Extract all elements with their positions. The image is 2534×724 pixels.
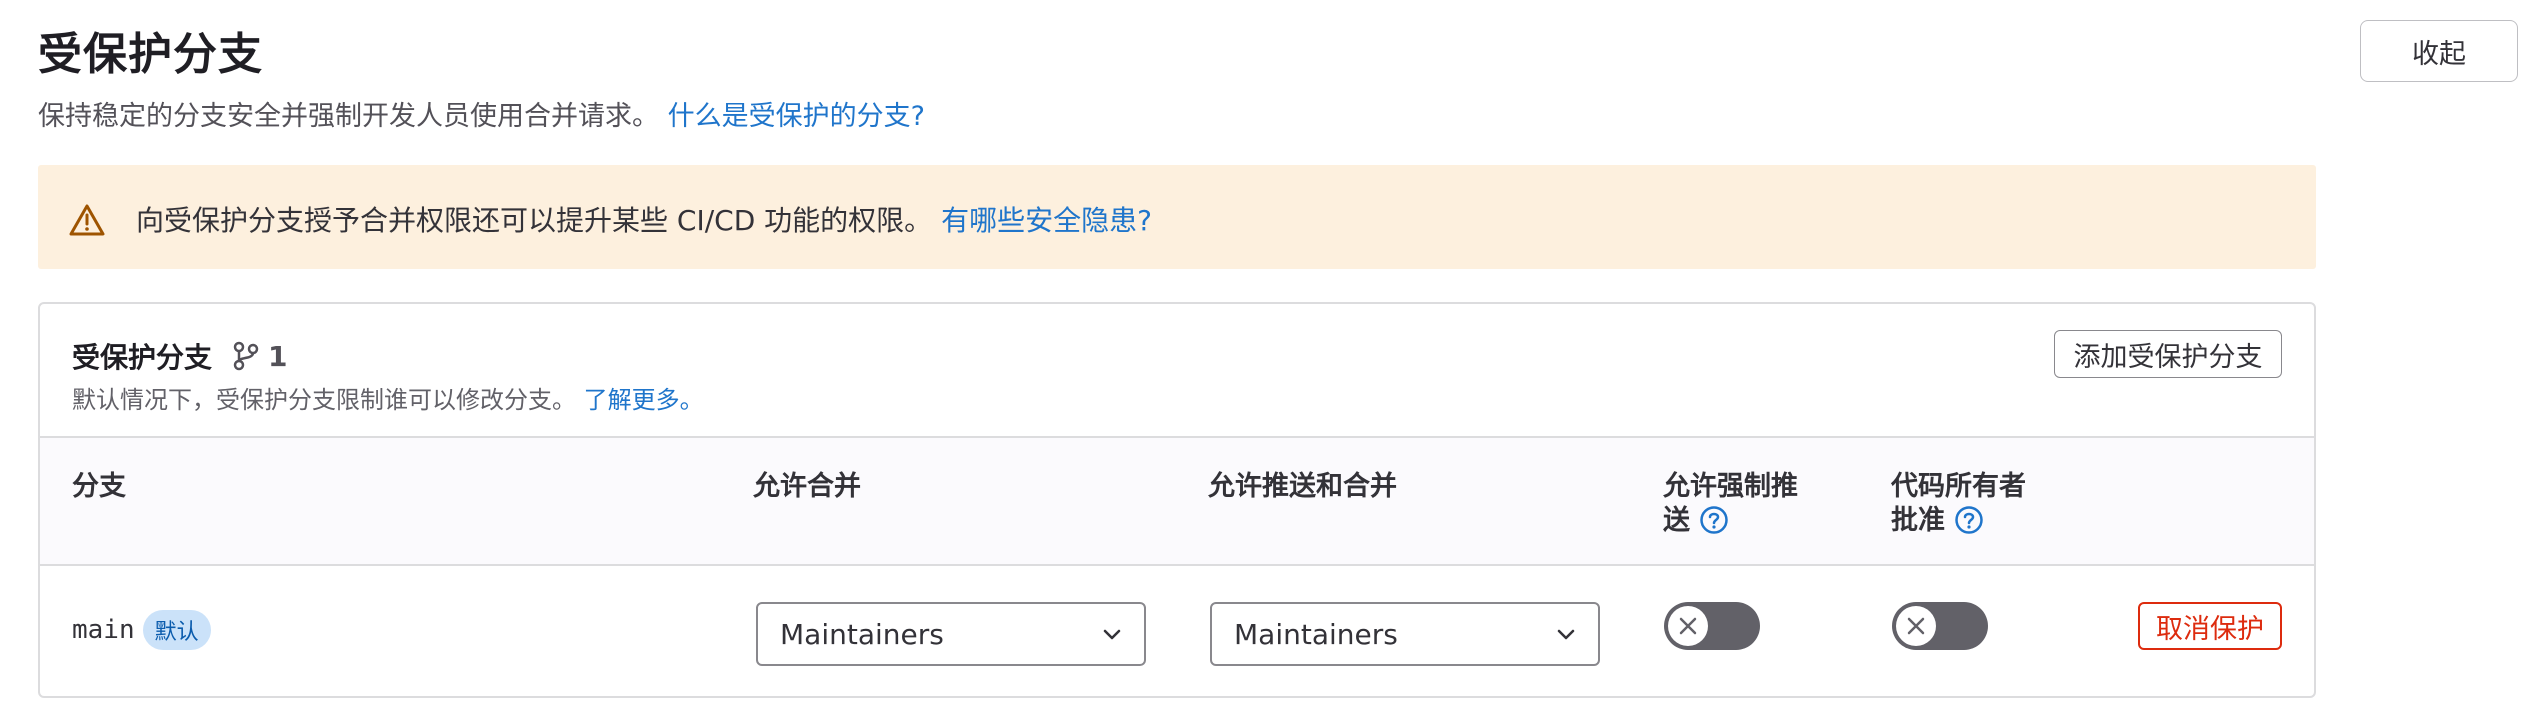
force-push-toggle[interactable] <box>1664 602 1760 650</box>
help-icon[interactable] <box>1954 505 1984 535</box>
security-risks-link[interactable]: 有哪些安全隐患? <box>941 204 1152 237</box>
column-force-push-line1: 允许强制推 <box>1663 471 1798 502</box>
code-owner-approval-toggle[interactable] <box>1892 602 1988 650</box>
table-row: main 默认 Maintainers Maintainers 取消保护 <box>40 568 2314 696</box>
column-force-push: 允许强制推 送 <box>1663 470 1798 538</box>
collapse-button[interactable]: 收起 <box>2360 20 2518 82</box>
column-code-owner-line2: 批准 <box>1891 505 1945 536</box>
warning-alert: 向受保护分支授予合并权限还可以提升某些 CI/CD 功能的权限。 有哪些安全隐患… <box>38 165 2316 269</box>
branch-icon <box>233 341 259 371</box>
page-subtitle: 保持稳定的分支安全并强制开发人员使用合并请求。 什么是受保护的分支? <box>38 94 925 133</box>
column-force-push-line2: 送 <box>1663 505 1690 536</box>
what-is-protected-link[interactable]: 什么是受保护的分支? <box>668 101 925 132</box>
toggle-knob <box>1896 606 1936 646</box>
column-code-owner-line1: 代码所有者 <box>1891 471 2026 502</box>
default-badge: 默认 <box>142 610 211 650</box>
card-header: 受保护分支 1 <box>72 336 288 376</box>
card-description-text: 默认情况下，受保护分支限制谁可以修改分支。 <box>72 386 576 414</box>
unprotect-button[interactable]: 取消保护 <box>2138 602 2282 650</box>
allowed-push-merge-select[interactable]: Maintainers <box>1210 602 1600 666</box>
branch-count-value: 1 <box>268 339 288 373</box>
chevron-down-icon <box>1103 629 1121 640</box>
toggle-knob <box>1668 606 1708 646</box>
close-icon <box>1907 617 1925 635</box>
allowed-merge-select[interactable]: Maintainers <box>756 602 1146 666</box>
allowed-merge-value: Maintainers <box>780 617 944 651</box>
column-allowed-push-merge: 允许推送和合并 <box>1208 471 1397 502</box>
warning-icon <box>69 204 105 236</box>
table-header: 分支 允许合并 允许推送和合并 允许强制推 送 代码所有者 批准 <box>40 436 2314 566</box>
close-icon <box>1679 617 1697 635</box>
page-title: 受保护分支 <box>38 29 263 80</box>
help-icon[interactable] <box>1699 505 1729 535</box>
allowed-push-merge-value: Maintainers <box>1234 617 1398 651</box>
branch-count: 1 <box>232 339 288 373</box>
alert-text: 向受保护分支授予合并权限还可以提升某些 CI/CD 功能的权限。 <box>136 204 933 237</box>
column-code-owner: 代码所有者 批准 <box>1891 470 2026 538</box>
branch-name: main 默认 <box>72 610 211 650</box>
column-allowed-merge: 允许合并 <box>753 471 861 502</box>
card-title: 受保护分支 <box>72 341 213 374</box>
protected-branches-card: 受保护分支 1 默认情况下，受保护分支限制谁可以修改分支。 了解更多。 添加受保… <box>38 302 2316 698</box>
chevron-down-icon <box>1557 629 1575 640</box>
column-branch: 分支 <box>72 471 126 502</box>
subtitle-text: 保持稳定的分支安全并强制开发人员使用合并请求。 <box>38 101 659 132</box>
card-description: 默认情况下，受保护分支限制谁可以修改分支。 了解更多。 <box>72 380 704 415</box>
alert-message: 向受保护分支授予合并权限还可以提升某些 CI/CD 功能的权限。 有哪些安全隐患… <box>136 199 1152 239</box>
learn-more-link[interactable]: 了解更多。 <box>584 386 704 414</box>
branch-name-text: main <box>72 615 135 645</box>
add-protected-branch-button[interactable]: 添加受保护分支 <box>2054 330 2282 378</box>
